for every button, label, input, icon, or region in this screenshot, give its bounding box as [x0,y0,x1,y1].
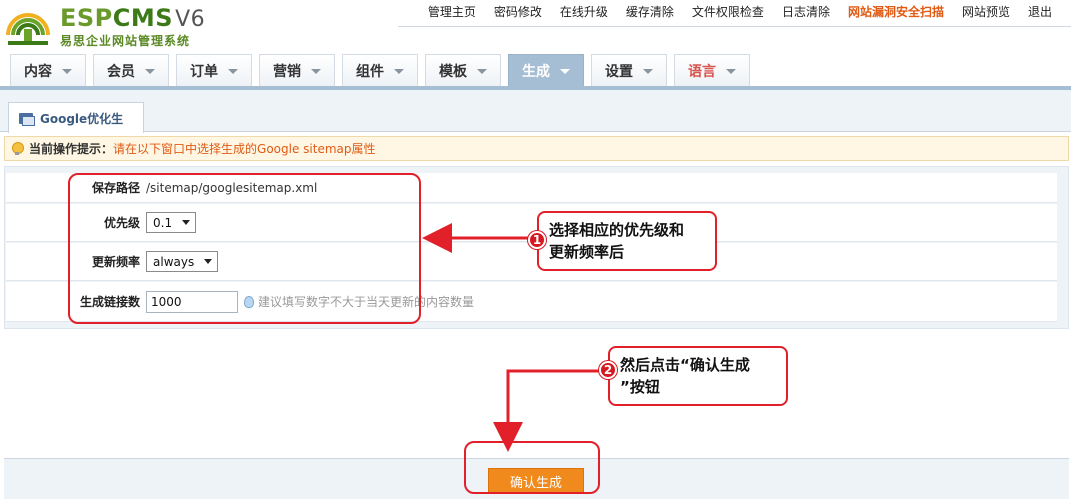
topnav-security-scan[interactable]: 网站漏洞安全扫描 [839,0,953,24]
main-nav: 内容 会员 订单 营销 组件 模板 生成 设置 语言 [10,54,750,86]
annotation-highlight-button [464,441,600,494]
tab-google-sitemap[interactable]: Google优化生 [8,102,144,133]
tab-orders[interactable]: 订单 [176,54,252,86]
chevron-down-icon [62,69,72,74]
step-1-badge: 1 [528,231,546,249]
topnav-upgrade[interactable]: 在线升级 [551,0,617,24]
tab-language[interactable]: 语言 [674,54,750,86]
topnav-clear-cache[interactable]: 缓存清除 [617,0,683,24]
lightbulb-icon [11,141,24,156]
logo-subtitle: 易思企业网站管理系统 [60,34,191,48]
arrow-to-button [493,369,608,452]
logo-wordmark: ESPCMSV6 [60,4,206,32]
chevron-down-icon [145,69,155,74]
tab-settings[interactable]: 设置 [591,54,667,86]
tab-generate[interactable]: 生成 [508,54,584,86]
tip-message: 请在以下窗口中选择生成的Google sitemap属性 [113,142,376,156]
tab-content[interactable]: 内容 [10,54,86,86]
window-icon [19,112,35,126]
subtab-label: Google优化生 [40,111,124,126]
annotation-highlight-form [68,173,421,324]
tip-label: 当前操作提示： [29,142,114,156]
annotation-callout-1: 选择相应的优先级和 更新频率后 [537,211,717,271]
chevron-down-icon [477,69,487,74]
chevron-down-icon [228,69,238,74]
topnav-preview[interactable]: 网站预览 [953,0,1019,24]
chevron-down-icon [560,69,570,74]
espcms-logo[interactable]: ESPCMSV6 易思企业网站管理系统 [4,3,224,49]
tab-members[interactable]: 会员 [93,54,169,86]
logo-mark-icon [6,13,50,45]
chevron-down-icon [643,69,653,74]
chevron-down-icon [311,69,321,74]
topnav-password[interactable]: 密码修改 [485,0,551,24]
topnav-clear-log[interactable]: 日志清除 [773,0,839,24]
operation-tip: 当前操作提示： 请在以下窗口中选择生成的Google sitemap属性 [4,136,1069,161]
annotation-callout-2: 然后点击“确认生成 ”按钮 [608,346,788,406]
chevron-down-icon [394,69,404,74]
topnav-divider [398,26,1071,27]
top-nav: 管理主页 密码修改 在线升级 缓存清除 文件权限检查 日志清除 网站漏洞安全扫描… [419,0,1071,24]
step-2-badge: 2 [599,361,617,379]
chevron-down-icon [726,69,736,74]
tab-components[interactable]: 组件 [342,54,418,86]
sub-header: Google优化生 [0,90,1071,133]
topnav-file-permission[interactable]: 文件权限检查 [683,0,773,24]
tab-templates[interactable]: 模板 [425,54,501,86]
topnav-logout[interactable]: 退出 [1019,0,1061,24]
topnav-home[interactable]: 管理主页 [419,0,485,24]
header: ESPCMSV6 易思企业网站管理系统 管理主页 密码修改 在线升级 缓存清除 … [0,0,1071,88]
tab-marketing[interactable]: 营销 [259,54,335,86]
